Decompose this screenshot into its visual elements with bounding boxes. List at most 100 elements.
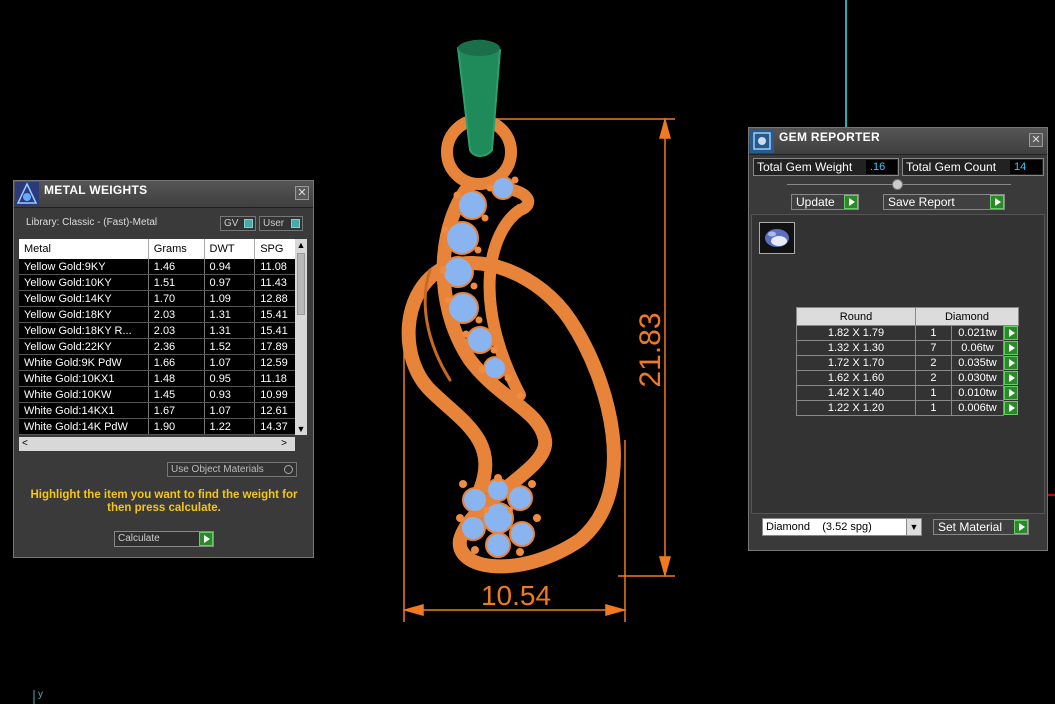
- gem-row-select-icon[interactable]: [1004, 385, 1019, 400]
- cell-grams: 1.51: [148, 274, 205, 291]
- cell-metal: Yellow Gold:9KY: [19, 259, 149, 275]
- table-row[interactable]: White Gold:14KX1 1.67 1.07 12.61: [19, 402, 306, 419]
- column-header-metal[interactable]: Metal: [19, 239, 149, 259]
- column-header-material: Diamond: [915, 307, 1019, 326]
- gem-cell-weight: 0.021tw: [950, 325, 1005, 341]
- cell-dwt: 0.94: [204, 259, 256, 275]
- cell-dwt: 1.07: [204, 354, 256, 371]
- table-row[interactable]: White Gold:10KW 1.45 0.93 10.99: [19, 386, 306, 403]
- gem-cell-count: 2: [915, 370, 952, 386]
- cell-metal: White Gold:14KX1: [19, 402, 149, 419]
- save-report-button[interactable]: Save Report: [883, 194, 1005, 210]
- metal-table: Metal Grams DWT SPG Yellow Gold:9KY 1.46 0…: [19, 239, 306, 435]
- column-header-dwt[interactable]: DWT: [204, 239, 256, 259]
- chevron-down-icon: ▼: [906, 519, 921, 535]
- cell-grams: 1.67: [148, 402, 205, 419]
- use-object-materials-label: Use Object Materials: [171, 464, 264, 475]
- set-material-label: Set Material: [938, 520, 1003, 534]
- scroll-thumb[interactable]: [297, 253, 305, 315]
- gem-row[interactable]: 1.22 X 1.20 1 0.006tw: [796, 400, 1019, 416]
- table-row[interactable]: Yellow Gold:18KY R... 2.03 1.31 15.41: [19, 322, 306, 339]
- scroll-up-icon[interactable]: ▲: [295, 239, 307, 251]
- gem-cell-size: 1.82 X 1.79: [796, 325, 916, 341]
- cell-metal: White Gold:10KW: [19, 386, 149, 403]
- metal-weights-app-icon: [15, 182, 39, 206]
- gem-cell-weight: 0.006tw: [950, 400, 1005, 416]
- calculate-dropdown[interactable]: Calculate: [114, 531, 214, 547]
- gem-cell-size: 1.72 X 1.70: [796, 355, 916, 371]
- gem-row-select-cell: [1004, 400, 1019, 416]
- gem-row-select-cell: [1004, 370, 1019, 386]
- gem-row[interactable]: 1.32 X 1.30 7 0.06tw: [796, 340, 1019, 356]
- cell-grams: 1.45: [148, 386, 205, 403]
- gem-row[interactable]: 1.72 X 1.70 2 0.035tw: [796, 355, 1019, 371]
- gem-reporter-app-icon: [750, 129, 774, 153]
- update-button[interactable]: Update: [791, 194, 859, 210]
- update-play-icon: [844, 195, 858, 209]
- checkbox-circle-icon: [284, 465, 293, 474]
- cell-dwt: 0.93: [204, 386, 256, 403]
- gem-cell-count: 1: [915, 400, 952, 416]
- cell-dwt: 1.31: [204, 322, 256, 339]
- gem-row[interactable]: 1.62 X 1.60 2 0.030tw: [796, 370, 1019, 386]
- user-toggle-label: User: [263, 218, 285, 229]
- gem-reporter-close-button[interactable]: ✕: [1029, 133, 1043, 147]
- gv-toggle[interactable]: GV: [220, 216, 256, 231]
- set-material-play-icon: [1014, 520, 1028, 534]
- table-row[interactable]: White Gold:9K PdW 1.66 1.07 12.59: [19, 354, 306, 371]
- splitter-handle-icon[interactable]: [892, 179, 903, 190]
- gem-cell-count: 1: [915, 385, 952, 401]
- cell-grams: 1.46: [148, 259, 205, 275]
- cell-dwt: 1.31: [204, 306, 256, 323]
- gem-row-select-icon[interactable]: [1004, 370, 1019, 385]
- material-select-value: Diamond (3.52 spg): [766, 521, 872, 533]
- scroll-down-icon[interactable]: ▼: [295, 423, 307, 435]
- gem-row-select-cell: [1004, 385, 1019, 401]
- scroll-right-icon[interactable]: >: [281, 437, 287, 451]
- cell-metal: Yellow Gold:22KY: [19, 338, 149, 355]
- scroll-left-icon[interactable]: <: [22, 437, 28, 451]
- calculate-play-icon[interactable]: [199, 532, 213, 546]
- gem-row-select-icon[interactable]: [1004, 355, 1019, 370]
- cell-dwt: 0.95: [204, 370, 256, 387]
- column-header-grams[interactable]: Grams: [148, 239, 205, 259]
- gem-reporter-panel: GEM REPORTER ✕ Total Gem Weight .16 Tota…: [748, 127, 1048, 551]
- metal-table-header: Metal Grams DWT SPG: [19, 239, 306, 259]
- gem-row-select-icon[interactable]: [1004, 400, 1019, 415]
- gem-reporter-titlebar[interactable]: GEM REPORTER ✕: [749, 128, 1047, 155]
- gv-toggle-indicator: [244, 219, 253, 228]
- use-object-materials-checkbox[interactable]: Use Object Materials: [167, 462, 297, 477]
- cell-grams: 1.48: [148, 370, 205, 387]
- width-dimension-label: 10.54: [481, 580, 551, 611]
- cell-grams: 2.03: [148, 306, 205, 323]
- table-row[interactable]: Yellow Gold:14KY 1.70 1.09 12.88: [19, 290, 306, 307]
- table-row[interactable]: Yellow Gold:9KY 1.46 0.94 11.08: [19, 259, 306, 275]
- gem-row-select-icon[interactable]: [1004, 340, 1019, 355]
- gem-cell-size: 1.42 X 1.40: [796, 385, 916, 401]
- gem-thumbnail[interactable]: [759, 222, 795, 254]
- metal-weights-titlebar[interactable]: METAL WEIGHTS ✕: [14, 181, 313, 208]
- total-gem-weight-value: .16: [866, 160, 897, 174]
- bail[interactable]: [456, 39, 502, 157]
- gem-row-select-icon[interactable]: [1004, 326, 1019, 340]
- gem-cell-weight: 0.035tw: [950, 355, 1005, 371]
- set-material-button[interactable]: Set Material: [933, 519, 1029, 535]
- cell-dwt: 1.07: [204, 402, 256, 419]
- material-select[interactable]: Diamond (3.52 spg) ▼: [762, 518, 922, 536]
- table-row[interactable]: White Gold:14K PdW 1.90 1.22 14.37: [19, 418, 306, 435]
- metal-table-horizontal-scrollbar[interactable]: < >: [19, 437, 295, 451]
- cell-grams: 1.70: [148, 290, 205, 307]
- metal-table-vertical-scrollbar[interactable]: ▲ ▼: [295, 239, 307, 435]
- height-dimension-label: 21.83: [634, 312, 667, 387]
- table-row[interactable]: Yellow Gold:10KY 1.51 0.97 11.43: [19, 274, 306, 291]
- metal-weights-close-button[interactable]: ✕: [295, 186, 309, 200]
- gem-row[interactable]: 1.42 X 1.40 1 0.010tw: [796, 385, 1019, 401]
- table-row[interactable]: Yellow Gold:22KY 2.36 1.52 17.89: [19, 338, 306, 355]
- user-toggle[interactable]: User: [259, 216, 303, 231]
- table-row[interactable]: White Gold:10KX1 1.48 0.95 11.18: [19, 370, 306, 387]
- gem-row[interactable]: 1.82 X 1.79 1 0.021tw: [796, 325, 1019, 341]
- update-label: Update: [796, 195, 835, 209]
- table-row[interactable]: Yellow Gold:18KY 2.03 1.31 15.41: [19, 306, 306, 323]
- gem-cell-weight: 0.010tw: [950, 385, 1005, 401]
- gem-reporter-title: GEM REPORTER: [779, 130, 880, 144]
